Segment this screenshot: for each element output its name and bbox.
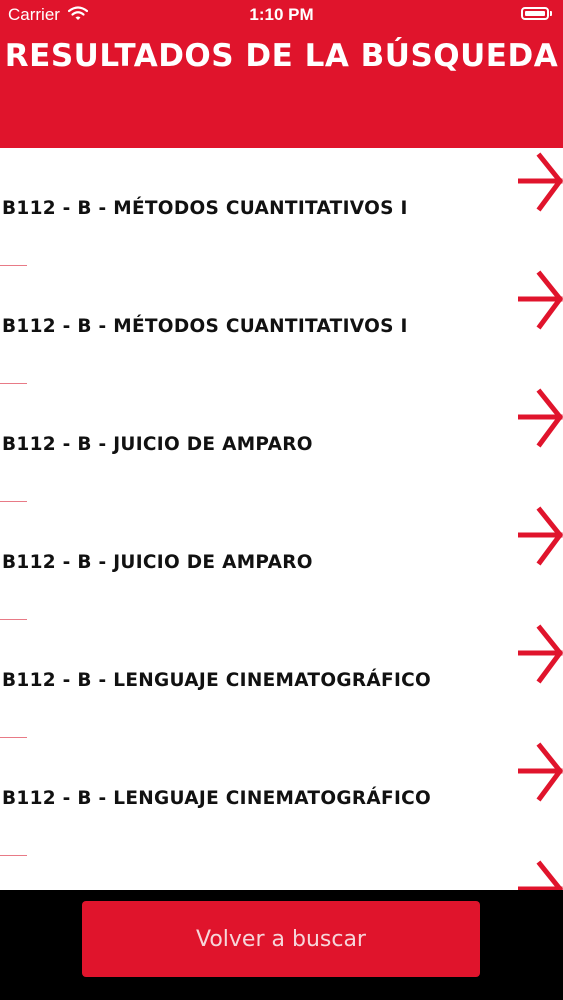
arrow-right-icon[interactable]	[518, 740, 563, 806]
list-item[interactable]: B112 - B - JUICIO DE AMPARO	[0, 384, 563, 502]
status-time: 1:10 PM	[249, 5, 314, 24]
page-title: RESULTADOS DE LA BÚSQUEDA	[4, 38, 559, 74]
list-item[interactable]: B112 - B - LENGUAJE CINEMATOGRÁFICO	[0, 620, 563, 738]
list-item-label: B112 - B - LENGUAJE CINEMATOGRÁFICO	[2, 670, 432, 691]
list-item-label: B112 - B - JUICIO DE AMPARO	[2, 552, 313, 573]
arrow-right-icon[interactable]	[518, 386, 563, 452]
arrow-right-icon[interactable]	[518, 858, 563, 890]
search-again-button[interactable]: Volver a buscar	[82, 901, 480, 977]
list-item[interactable]: B112 - B - MÉTODOS CUANTITATIVOS I	[0, 148, 563, 266]
battery-tip	[550, 11, 552, 16]
arrow-right-icon[interactable]	[518, 150, 563, 216]
status-bar: Carrier 1:10 PM	[0, 0, 563, 30]
list-item-label: B112 - B - JUICIO DE AMPARO	[2, 434, 313, 455]
list-item-label: B112 - B - MÉTODOS CUANTITATIVOS I	[2, 198, 408, 219]
arrow-right-icon[interactable]	[518, 504, 563, 570]
list-item-label: B112 - B - LENGUAJE CINEMATOGRÁFICO	[2, 788, 432, 809]
battery-icon	[521, 7, 549, 20]
result-list: B112 - B - MÉTODOS CUANTITATIVOS I B112 …	[0, 148, 563, 890]
arrow-right-icon[interactable]	[518, 622, 563, 688]
list-item[interactable]: B112 - B - JUICIO DE AMPARO	[0, 502, 563, 620]
arrow-right-icon[interactable]	[518, 268, 563, 334]
list-item-label: B112 - B - MÉTODOS CUANTITATIVOS I	[2, 316, 408, 337]
list-item[interactable]: B112 - B - LENGUAJE CINEMATOGRÁFICO	[0, 738, 563, 856]
footer-bar: Volver a buscar	[0, 890, 563, 1000]
list-item[interactable]	[0, 856, 563, 890]
list-item[interactable]: B112 - B - MÉTODOS CUANTITATIVOS I	[0, 266, 563, 384]
header-bar: Carrier 1:10 PM RESULTADOS DE LA BÚSQUED…	[0, 0, 563, 148]
